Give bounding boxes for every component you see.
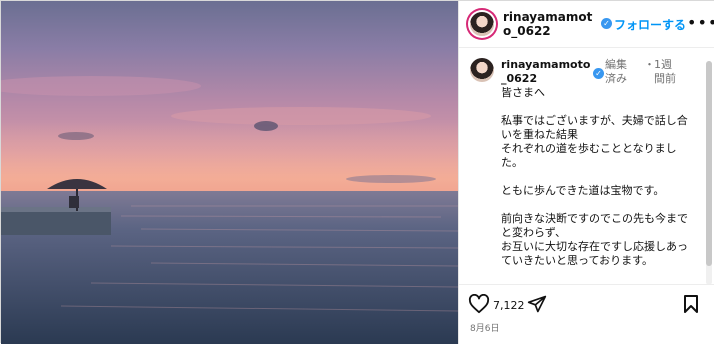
caption-verified-badge-icon: ✓ xyxy=(593,68,604,79)
action-bar: 7,122 8月6日 xyxy=(459,284,714,345)
caption-avatar[interactable] xyxy=(470,58,494,82)
post-window: rinayamamoto_0622 ✓ フォローする ••• rinayamam… xyxy=(0,0,714,344)
caption-username[interactable]: rinayamamoto_0622 xyxy=(501,58,591,86)
caption-scrollbar[interactable] xyxy=(706,61,712,285)
edited-label: 編集済み xyxy=(605,58,627,85)
scrollbar-thumb[interactable] xyxy=(706,61,712,266)
follow-button[interactable]: フォローする xyxy=(614,16,686,33)
caption-area: rinayamamoto_0622 ✓ 編集済み ・ 1週間前 皆さまへ 私事で… xyxy=(459,48,704,278)
caption-text: 皆さまへ 私事ではございますが、夫婦で話し合いを重ねた結果 それぞれの道を歩むこ… xyxy=(501,86,688,267)
post-header: rinayamamoto_0622 ✓ フォローする ••• xyxy=(459,1,714,48)
like-count[interactable]: 7,122 xyxy=(493,299,525,312)
send-icon[interactable] xyxy=(527,294,547,314)
follow-button-label: フォローする xyxy=(614,18,687,32)
bookmark-icon[interactable] xyxy=(683,294,699,314)
post-timestamp[interactable]: 1週間前 xyxy=(654,58,682,86)
post-date: 8月6日 xyxy=(470,324,500,334)
more-options-icon[interactable]: ••• xyxy=(687,13,714,32)
post-side-panel: rinayamamoto_0622 ✓ フォローする ••• rinayamam… xyxy=(458,1,714,344)
verified-badge-icon: ✓ xyxy=(601,18,612,29)
author-username[interactable]: rinayamamoto_0622 xyxy=(503,10,599,38)
sunset-sea-image xyxy=(1,76,458,344)
author-avatar[interactable] xyxy=(470,12,494,36)
heart-icon[interactable] xyxy=(468,294,490,314)
post-photo[interactable] xyxy=(1,1,458,344)
